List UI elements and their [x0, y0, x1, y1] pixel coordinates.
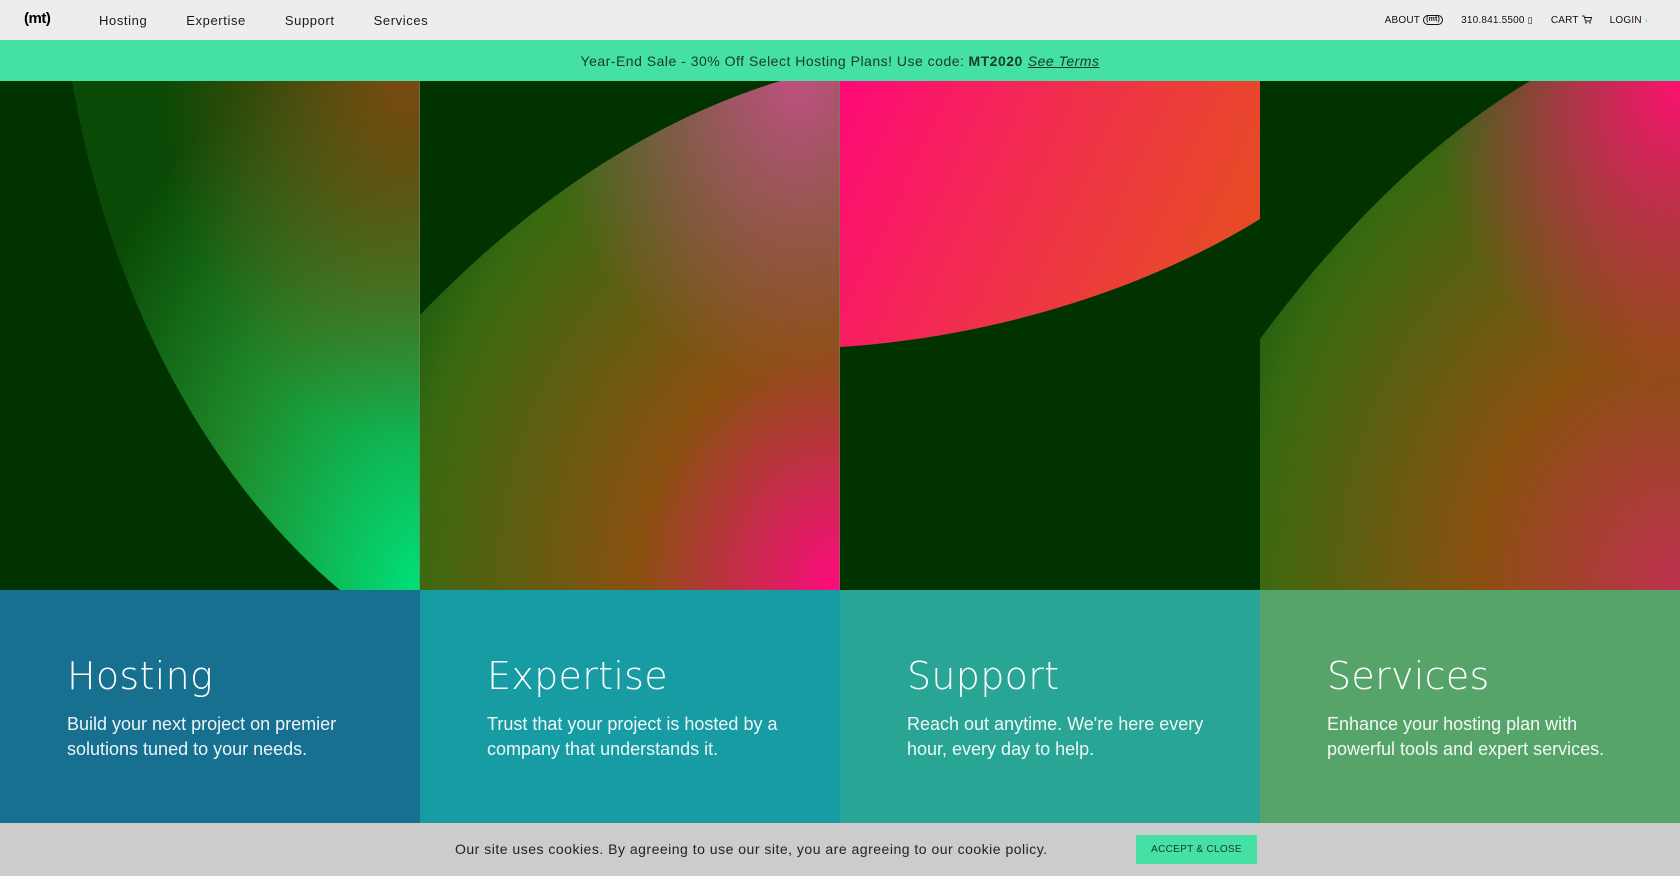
card-services[interactable]: Services Enhance your hosting plan with … [1260, 590, 1680, 823]
cookie-banner: Our site uses cookies. By agreeing to us… [0, 823, 1680, 876]
hosting-gradient-shape [72, 81, 420, 590]
hero-panel-support[interactable] [840, 81, 1260, 590]
mt-badge-icon: (mt) [1423, 15, 1444, 25]
nav-link-expertise[interactable]: Expertise [186, 13, 246, 28]
login-link[interactable]: LOGIN › [1610, 15, 1648, 26]
site-logo[interactable]: (mt) [24, 10, 51, 27]
hero-panel-expertise[interactable] [420, 81, 840, 590]
chevron-right-icon: › [1644, 15, 1648, 25]
phone-link[interactable]: 310.841.5500 ▯ [1461, 15, 1533, 26]
cookie-message: Our site uses cookies. By agreeing to us… [455, 841, 1048, 857]
hero-panel-hosting[interactable] [0, 81, 420, 590]
hero-artwork [0, 81, 1680, 590]
card-description-support: Reach out anytime. We're here every hour… [907, 714, 1204, 759]
card-expertise[interactable]: Expertise Trust that your project is hos… [420, 590, 840, 823]
utility-nav: ABOUT (mt) 310.841.5500 ▯ CART LOGIN › [1367, 0, 1648, 40]
phone-icon: ▯ [1527, 14, 1533, 25]
card-support[interactable]: Support Reach out anytime. We're here ev… [840, 590, 1260, 823]
card-hosting[interactable]: Hosting Build your next project on premi… [0, 590, 420, 823]
cart-icon [1581, 15, 1592, 26]
card-description-expertise: Trust that your project is hosted by a c… [487, 714, 778, 759]
main-nav: Hosting Expertise Support Services [99, 0, 467, 40]
see-terms-link[interactable]: See Terms [1028, 53, 1100, 69]
cart-link[interactable]: CART [1551, 15, 1592, 26]
expertise-gradient-shape [420, 81, 840, 590]
card-title-support: Support [907, 654, 1060, 698]
accept-close-button[interactable]: ACCEPT & CLOSE [1136, 835, 1257, 864]
promo-code: MT2020 [968, 52, 1023, 69]
card-title-hosting: Hosting [67, 654, 214, 698]
hero-panel-services[interactable] [1260, 81, 1680, 590]
login-label: LOGIN [1609, 14, 1642, 26]
promo-banner: Year-End Sale - 30% Off Select Hosting P… [0, 40, 1680, 81]
support-gradient-shape [840, 81, 1260, 347]
card-title-services: Services [1327, 654, 1490, 698]
top-navigation: (mt) Hosting Expertise Support Services … [0, 0, 1680, 40]
card-description-hosting: Build your next project on premier solut… [67, 714, 337, 759]
nav-link-hosting[interactable]: Hosting [99, 13, 147, 28]
nav-link-support[interactable]: Support [285, 13, 335, 28]
cart-label: CART [1550, 14, 1579, 26]
nav-link-services[interactable]: Services [374, 13, 429, 28]
about-link[interactable]: ABOUT (mt) [1384, 14, 1444, 26]
card-title-expertise: Expertise [487, 654, 668, 698]
phone-number: 310.841.5500 [1461, 14, 1525, 26]
about-label: ABOUT [1384, 14, 1421, 26]
card-description-services: Enhance your hosting plan with powerful … [1327, 714, 1605, 759]
services-gradient-shape [1260, 81, 1680, 590]
category-cards: Hosting Build your next project on premi… [0, 590, 1680, 823]
promo-text: Year-End Sale - 30% Off Select Hosting P… [580, 52, 965, 69]
